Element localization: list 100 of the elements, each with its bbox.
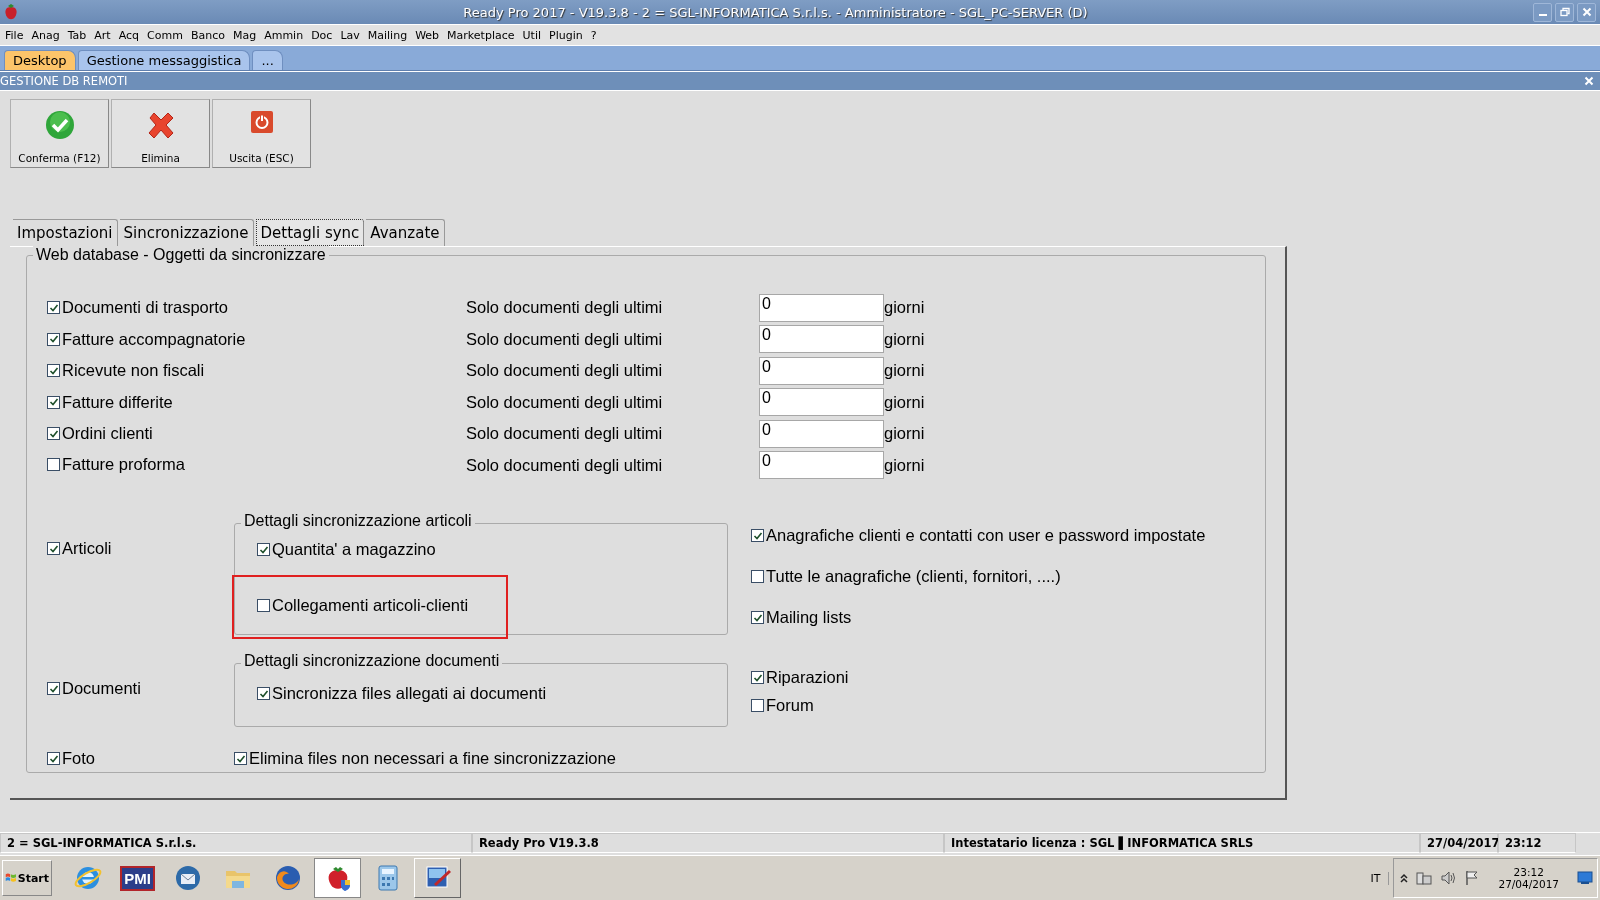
close-icon [1581,7,1592,17]
app-tab[interactable]: ... [252,50,283,70]
menu-item[interactable]: Tab [66,28,92,42]
menu-item[interactable]: Doc [310,28,338,42]
show-desktop-icon[interactable] [1577,871,1593,885]
strawberry-icon [4,3,18,21]
section-title: GESTIONE DB REMOTI [0,74,128,88]
days-input[interactable]: 0 [759,388,884,417]
status-cell: 27/04/2017 [1420,833,1498,853]
speaker-icon[interactable] [1440,870,1457,886]
taskbar-app[interactable]: PMI [114,858,161,898]
checkbox[interactable] [47,427,60,441]
days-input[interactable]: 0 [759,325,884,354]
checkbox-option[interactable]: Documenti di trasporto [47,298,228,318]
checkbox[interactable] [47,364,60,378]
days-input[interactable]: 0 [759,293,884,322]
toolbar-button[interactable]: Uscita (ESC) [212,99,311,168]
field-label: Solo documenti degli ultimi [466,298,664,318]
checkbox[interactable] [47,542,60,555]
menu-item[interactable]: Art [93,28,116,42]
checkbox-option[interactable]: Riparazioni [751,668,849,687]
checkbox-option[interactable]: Anagrafiche clienti e contatti con user e password impostate [751,526,1206,545]
network-icon[interactable] [1416,870,1433,886]
checkbox[interactable] [751,699,764,712]
field-label: Solo documenti degli ultimi [466,424,664,444]
group-title: Web database - Oggetti da sincronizzare [33,246,329,264]
tab[interactable]: Avanzate [366,219,445,246]
checkbox[interactable] [751,570,764,583]
status-cell: Intestatario licenza : SGL ▌INFORMATICA SRLS [944,833,1420,853]
checkbox-option[interactable]: Fatture proforma [47,455,185,475]
menu-item[interactable]: Anag [30,28,65,42]
checkbox-option[interactable]: Foto [47,749,96,768]
menu-item[interactable]: Mailing [366,28,413,42]
status-cell: 23:12 [1498,833,1576,853]
minimize-icon [1538,14,1547,16]
clock[interactable]: 23:12 27/04/2017 [1488,866,1569,890]
checkbox[interactable] [257,687,270,700]
days-input[interactable]: 0 [759,419,884,448]
menu-item[interactable]: Banco [189,28,230,42]
checkbox[interactable] [47,395,60,409]
menu-item[interactable]: Util [521,28,546,42]
restore-button[interactable] [1555,2,1574,22]
app-tab[interactable]: Gestione messaggistica [77,50,251,70]
menu-item[interactable]: Lav [339,28,365,42]
menu-item[interactable]: Plugin [548,28,588,42]
checkbox[interactable] [47,682,60,695]
language-indicator[interactable]: IT [1362,871,1390,885]
start-button[interactable]: Start [2,860,52,896]
checkbox-option[interactable]: Fatture differite [47,392,173,412]
checkbox-option[interactable]: Forum [751,696,814,715]
checkbox[interactable] [47,752,60,765]
checkbox-option[interactable]: Fatture accompagnatorie [47,329,246,349]
checkbox-option[interactable]: Elimina files non necessari a fine sincronizzazione [234,749,616,768]
minimize-button[interactable] [1533,2,1552,22]
menu-item[interactable]: Mag [231,28,262,42]
checkbox[interactable] [257,543,270,556]
pmi-logo: PMI [120,865,155,891]
checkbox[interactable] [47,458,60,472]
checkbox[interactable] [751,529,764,542]
checkbox-option[interactable]: Ricevute non fiscali [47,361,205,381]
days-input[interactable]: 0 [759,451,884,480]
tab[interactable]: Dettagli sync [255,219,365,246]
menu-item[interactable]: Acq [117,28,145,42]
checkbox-option[interactable]: Documenti [47,679,141,698]
unit-label: giorni [884,455,926,475]
chevron-up-icon[interactable] [1400,873,1409,883]
checkbox[interactable] [751,611,764,624]
taskbar-app[interactable] [314,858,361,898]
checkbox-option[interactable]: Articoli [47,539,112,558]
checkbox[interactable] [47,332,60,346]
menu-item[interactable]: Ammin [263,28,309,42]
checkbox-option[interactable]: Quantita' a magazzino [257,540,436,559]
close-icon[interactable] [1584,76,1594,86]
field-label: Solo documenti degli ultimi [466,455,664,475]
checkbox-option[interactable]: Mailing lists [751,608,852,627]
menu-item[interactable]: Marketplace [446,28,520,42]
checkbox-option[interactable]: Ordini clienti [47,424,153,444]
menu-item[interactable]: File [4,28,29,42]
app-tab[interactable]: Desktop [4,50,76,70]
toolbar-button[interactable]: Elimina [111,99,210,168]
unit-label: giorni [884,392,926,412]
toolbar-button[interactable]: Conferma (F12) [10,99,109,168]
group-title: Dettagli sincronizzazione documenti [241,652,503,670]
unit-label: giorni [884,361,926,381]
checkbox-option[interactable]: Sincronizza files allegati ai documenti [257,684,547,703]
checkbox[interactable] [47,301,60,315]
checkbox[interactable] [257,599,270,612]
checkbox-option[interactable]: Tutte le anagrafiche (clienti, fornitori, ....) [751,567,1061,586]
field-label: Solo documenti degli ultimi [466,361,664,381]
close-button[interactable] [1577,2,1596,22]
days-input[interactable]: 0 [759,356,884,385]
checkbox[interactable] [751,671,764,684]
menu-item[interactable]: ? [589,28,602,42]
clock-date: 27/04/2017 [1498,878,1559,890]
checkbox-option[interactable]: Collegamenti articoli-clienti [257,596,469,615]
checkbox[interactable] [234,752,247,765]
status-cell: 2 = SGL-INFORMATICA S.r.l.s. [0,833,472,853]
menu-item[interactable]: Web [414,28,445,42]
window-title: Ready Pro 2017 - V19.3.8 - 2 = SGL-INFORMATICA S.r.l.s. - Amministratore - SGL_PC-SERVER (D) [462,4,1089,20]
menu-item[interactable]: Comm [146,28,188,42]
